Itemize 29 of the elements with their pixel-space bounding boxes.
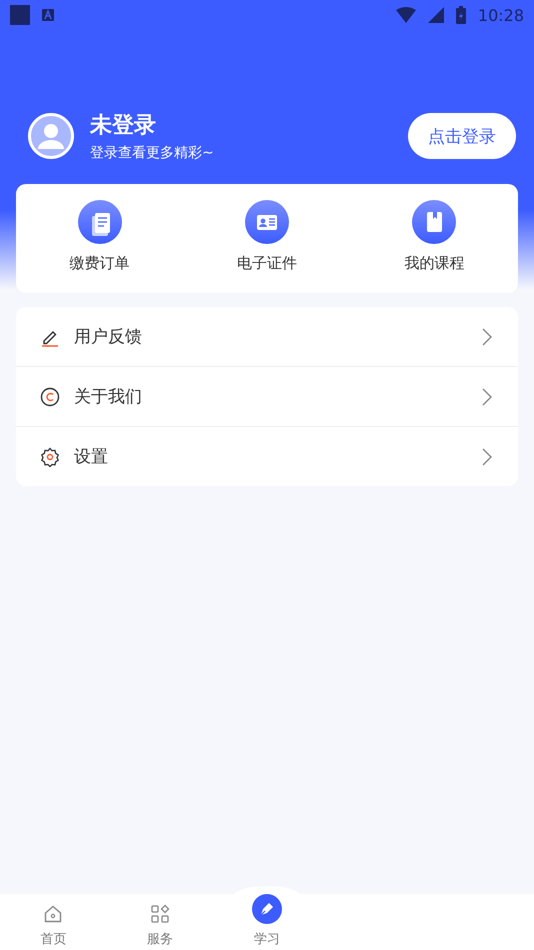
- tab[interactable]: 首页: [0, 894, 107, 950]
- settings-icon: [40, 446, 60, 466]
- login-hint: 登录查看更多精彩~: [90, 144, 215, 162]
- grid-icon: [150, 904, 170, 924]
- menu-item[interactable]: 关于我们: [16, 366, 518, 426]
- menu-item[interactable]: 用户反馈: [16, 307, 518, 366]
- shortcut-label[interactable]: 缴费订单: [70, 254, 130, 273]
- chevron-right-icon: [482, 328, 492, 346]
- status-time: 10:28: [478, 6, 524, 24]
- shortcut-label[interactable]: 我的课程: [404, 254, 464, 273]
- wifi-icon: [396, 7, 416, 23]
- copyright-icon: [40, 386, 60, 406]
- keyboard-icon: [42, 9, 54, 21]
- avatar-icon: [28, 113, 74, 159]
- chevron-right-icon: [482, 448, 492, 466]
- menu-item[interactable]: 设置: [16, 426, 518, 486]
- id-card-icon: [244, 200, 289, 244]
- document-icon: [78, 200, 122, 244]
- tab[interactable]: 服务: [106, 894, 214, 950]
- battery-icon: [456, 6, 466, 24]
- tab[interactable]: 学习: [214, 894, 320, 950]
- notification-square-icon: [10, 5, 30, 25]
- chevron-right-icon: [482, 388, 492, 406]
- shortcut-label[interactable]: 电子证件: [236, 254, 297, 273]
- book-icon: [412, 200, 456, 244]
- user-name: 未登录: [90, 112, 157, 140]
- signal-icon: [428, 7, 444, 23]
- home-icon: [43, 904, 64, 924]
- login-button[interactable]: 点击登录: [408, 113, 516, 159]
